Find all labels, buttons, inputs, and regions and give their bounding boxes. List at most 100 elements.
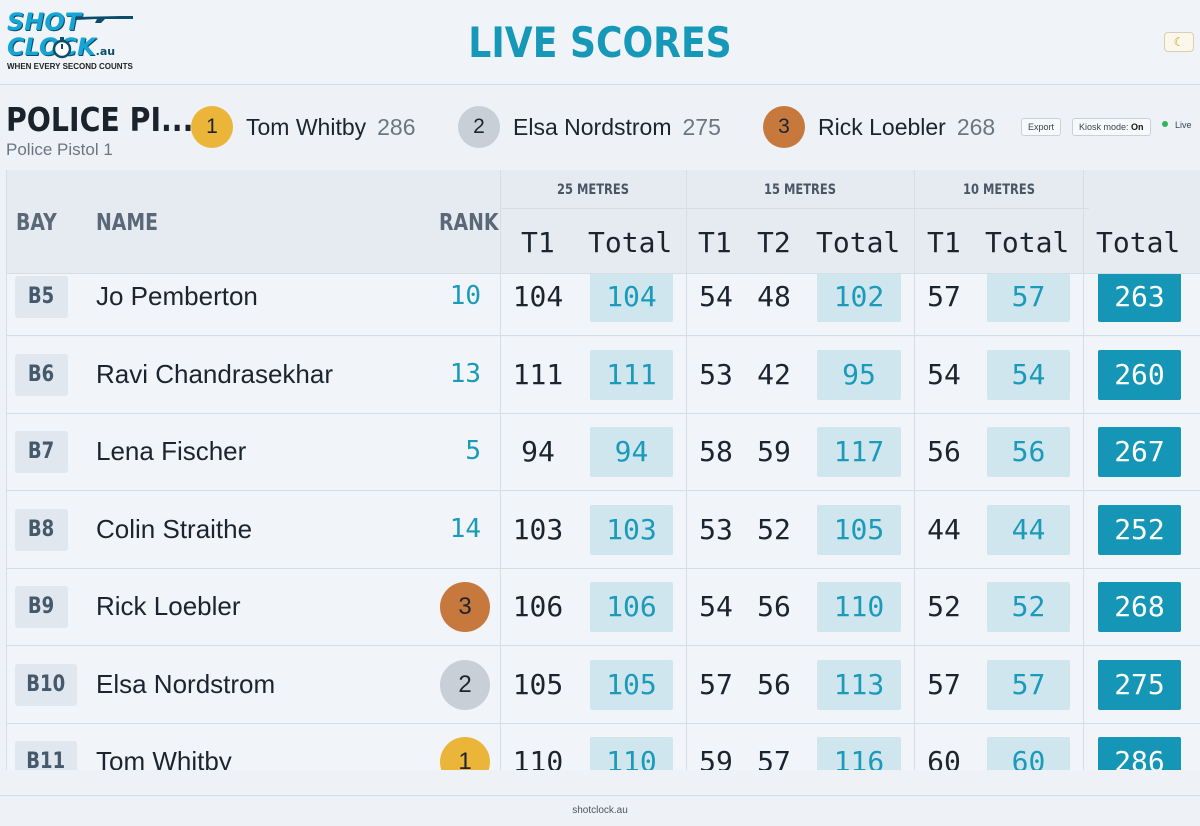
column-divider	[1083, 170, 1084, 770]
gold-medal-badge: 1	[440, 737, 490, 770]
total-15m: 95	[817, 349, 901, 400]
bronze-medal-badge: 3	[440, 582, 490, 632]
total-25m: 106	[590, 582, 673, 632]
bay-badge: B11	[15, 741, 77, 770]
bay-badge: B6	[15, 353, 68, 396]
grand-total: 268	[1098, 582, 1181, 632]
group-divider	[501, 208, 1089, 209]
score-10m-t1: 56	[927, 435, 961, 468]
top-bar: SHOT CLOCK.au WHEN EVERY SECOND COUNTS L…	[0, 0, 1200, 85]
theme-toggle-button[interactable]: ☾	[1164, 32, 1194, 52]
podium-score: 268	[956, 113, 996, 140]
bay-badge: B7	[15, 431, 68, 473]
total-15m: 116	[817, 737, 901, 770]
live-indicator: Live	[1162, 120, 1192, 130]
grand-total: 286	[1098, 737, 1181, 770]
total-10m: 44	[987, 504, 1070, 555]
podium-second: 2 Elsa Nordstrom 275	[458, 106, 721, 148]
podium-name: Rick Loebler	[818, 113, 946, 140]
total-25m: 111	[590, 349, 673, 400]
header-10m-t1: T1	[927, 226, 961, 259]
header-name: NAME	[96, 210, 159, 236]
total-15m: 110	[817, 582, 901, 632]
total-25m: 94	[590, 427, 673, 477]
column-divider	[686, 170, 687, 770]
score-15m-t2: 59	[757, 435, 791, 468]
shooter-name: Colin Straithe	[96, 513, 253, 544]
podium-third: 3 Rick Loebler 268	[763, 106, 995, 148]
bay-badge: B8	[15, 508, 68, 551]
stopwatch-icon	[52, 37, 72, 59]
score-15m-t1: 59	[699, 745, 733, 770]
bay-badge: B9	[15, 586, 68, 628]
podium-score: 286	[377, 113, 416, 140]
scores-table[interactable]: BAY NAME RANK 25 METRES 15 METRES 10 MET…	[6, 170, 1200, 770]
export-button[interactable]: Export	[1021, 118, 1062, 136]
grand-total: 263	[1098, 274, 1181, 322]
score-15m-t2: 56	[757, 590, 791, 623]
score-10m-t1: 57	[927, 280, 961, 313]
header-group-25m: 25 METRES	[556, 182, 630, 198]
total-15m: 117	[817, 427, 901, 477]
shooter-name: Tom Whitby	[96, 746, 232, 770]
score-10m-t1: 54	[927, 357, 961, 391]
total-15m: 105	[817, 504, 901, 555]
score-15m-t1: 53	[699, 357, 733, 391]
score-15m-t2: 56	[757, 667, 791, 701]
score-15m-t1: 53	[699, 512, 733, 546]
score-25m-t1: 94	[521, 435, 555, 468]
total-15m: 102	[817, 274, 901, 322]
header-rank: RANK	[439, 210, 499, 236]
footer: shotclock.au	[0, 795, 1200, 825]
grand-total: 275	[1098, 659, 1181, 710]
score-15m-t2: 48	[757, 280, 791, 313]
score-25m-t1: 104	[512, 280, 564, 313]
event-strip: POLICE PI... Police Pistol 1 1 Tom Whitb…	[0, 86, 1200, 170]
grand-total: 267	[1098, 427, 1181, 477]
grand-total: 252	[1098, 504, 1181, 555]
header-25m-total: Total	[588, 226, 673, 259]
kiosk-mode-toggle[interactable]: Kiosk mode: On	[1072, 118, 1151, 136]
silver-medal-badge: 2	[458, 106, 500, 148]
table-row[interactable]: B6 Ravi Chandrasekhar 13 111 111 53 42 95 54 54 26…	[7, 336, 1200, 414]
table-header: BAY NAME RANK 25 METRES 15 METRES 10 MET…	[7, 170, 1200, 274]
podium-score: 275	[682, 113, 721, 140]
shooter-name: Ravi Chandrasekhar	[96, 358, 334, 389]
silver-medal-badge: 2	[440, 659, 490, 710]
score-15m-t1: 58	[699, 435, 733, 468]
event-name: POLICE PI...	[6, 100, 194, 139]
total-25m: 110	[590, 737, 673, 770]
table-row[interactable]: B8 Colin Straithe 14 103 103 53 52 105 44 44 252	[7, 491, 1200, 569]
table-row[interactable]: B10 Elsa Nordstrom 2 105 105 57 56 113 57 57 275	[7, 646, 1200, 724]
score-15m-t1: 54	[699, 590, 733, 623]
score-15m-t2: 42	[757, 357, 791, 391]
table-row[interactable]: B7 Lena Fischer 5 94 94 58 59 117 56 56 267	[7, 414, 1200, 491]
live-dot-icon	[1162, 121, 1168, 127]
rank-value: 13	[449, 358, 481, 389]
rank-value: 5	[465, 436, 481, 466]
header-group-10m: 10 METRES	[962, 182, 1036, 198]
score-15m-t1: 57	[699, 667, 733, 701]
header-15m-t2: T2	[757, 226, 791, 259]
rank-value: 10	[449, 281, 481, 311]
score-25m-t1: 105	[512, 667, 564, 701]
shooter-name: Lena Fischer	[96, 436, 247, 466]
score-15m-t1: 54	[699, 280, 733, 313]
event-subtitle: Police Pistol 1	[6, 140, 113, 159]
moon-icon: ☾	[1173, 35, 1185, 49]
bronze-medal-badge: 3	[763, 106, 805, 148]
rank-value: 14	[449, 513, 481, 544]
podium-name: Tom Whitby	[246, 113, 367, 140]
table-row[interactable]: B9 Rick Loebler 3 106 106 54 56 110 52 52 268	[7, 569, 1200, 646]
total-25m: 104	[590, 274, 673, 322]
table-row[interactable]: B11 Tom Whitby 1 110 110 59 57 116 60 60 286	[7, 724, 1200, 770]
total-10m: 52	[987, 582, 1070, 632]
score-10m-t1: 52	[927, 590, 961, 623]
score-25m-t1: 106	[512, 590, 564, 623]
bay-badge: B10	[15, 663, 77, 706]
podium-name: Elsa Nordstrom	[513, 113, 672, 140]
score-25m-t1: 111	[512, 357, 564, 391]
gold-medal-badge: 1	[191, 106, 233, 148]
score-10m-t1: 60	[927, 745, 961, 770]
header-bay: BAY	[16, 210, 57, 236]
